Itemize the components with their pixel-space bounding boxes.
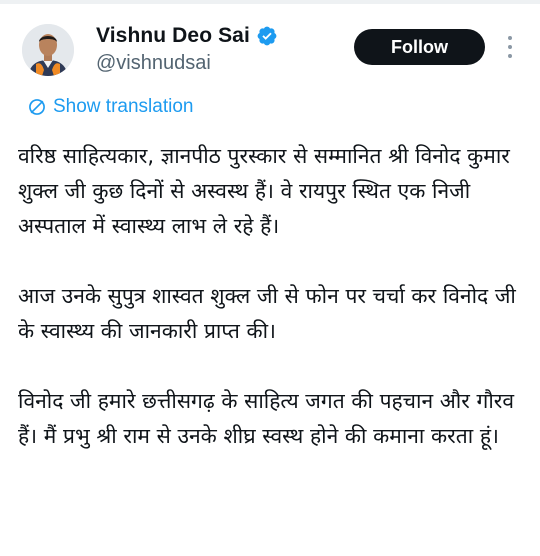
- user-avatar-icon: [22, 24, 74, 76]
- show-translation-link[interactable]: Show translation: [27, 96, 193, 118]
- author-handle[interactable]: @vishnudsai: [96, 52, 211, 75]
- avatar[interactable]: [22, 24, 74, 76]
- more-dot: [508, 45, 512, 49]
- more-dot: [508, 36, 512, 40]
- tweet-text: वरिष्ठ साहित्यकार, ज्ञानपीठ पुरस्कार से …: [18, 139, 523, 454]
- globe-icon: [29, 99, 45, 115]
- more-dot: [508, 54, 512, 58]
- tweet-paragraph: वरिष्ठ साहित्यकार, ज्ञानपीठ पुरस्कार से …: [18, 144, 510, 238]
- more-vertical-icon[interactable]: [505, 36, 515, 58]
- tweet-paragraph: विनोद जी हमारे छत्तीसगढ़ के साहित्य जगत …: [18, 389, 515, 448]
- tweet-paragraph: आज उनके सुपुत्र शास्वत शुक्ल जी से फोन प…: [18, 284, 516, 343]
- verified-badge-icon: [257, 26, 277, 46]
- author-name-row: Vishnu Deo Sai: [96, 24, 278, 48]
- follow-button[interactable]: Follow: [354, 29, 485, 65]
- show-translation-label: Show translation: [53, 96, 194, 117]
- author-name[interactable]: Vishnu Deo Sai: [96, 24, 250, 48]
- top-divider: [0, 0, 540, 4]
